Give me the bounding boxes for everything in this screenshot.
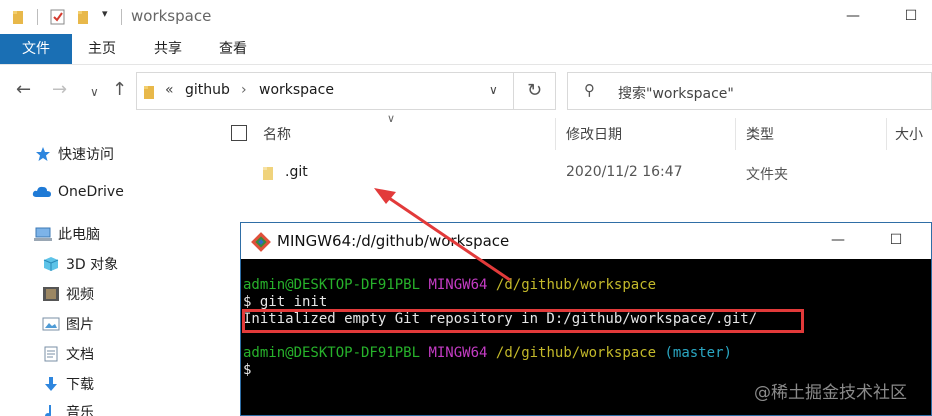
prompt-shell: MINGW64 (428, 345, 488, 361)
prompt-user: admin@DESKTOP-DF91PBL (243, 345, 421, 361)
address-bar[interactable]: « github › workspace ∨ (136, 72, 514, 110)
file-modified: 2020/11/2 16:47 (566, 164, 683, 180)
column-header-name[interactable]: 名称 (263, 124, 291, 144)
breadcrumb-workspace[interactable]: workspace (259, 82, 334, 98)
folder-icon (262, 165, 276, 185)
prompt-branch: (master) (664, 345, 732, 361)
nav-item-documents[interactable]: 文档 (42, 344, 94, 364)
search-icon: ⚲ (584, 81, 595, 99)
column-header-size[interactable]: 大小 (895, 124, 923, 144)
refresh-button[interactable]: ↻ (514, 72, 556, 110)
search-placeholder: 搜索"workspace" (618, 86, 734, 102)
nav-item-onedrive[interactable]: OneDrive (32, 184, 124, 200)
refresh-icon: ↻ (526, 80, 543, 101)
back-arrow-icon[interactable]: ← (16, 80, 31, 100)
download-icon (42, 376, 60, 392)
address-dropdown-icon[interactable]: ∨ (489, 83, 498, 97)
nav-item-label: 3D 对象 (66, 257, 119, 273)
table-row[interactable]: .git 2020/11/2 16:47 文件夹 (224, 154, 932, 194)
git-logo-icon (251, 232, 271, 256)
minimize-button[interactable]: — (823, 228, 853, 252)
column-header-modified[interactable]: 修改日期 (566, 124, 622, 144)
tab-file[interactable]: 文件 (0, 34, 72, 64)
forward-arrow-icon[interactable]: → (52, 80, 67, 100)
divider (886, 118, 887, 150)
nav-item-label: 文档 (66, 347, 94, 363)
nav-item-videos[interactable]: 视频 (42, 284, 94, 304)
folder-icon (143, 84, 155, 104)
highlight-box (242, 309, 804, 333)
minimize-button[interactable]: — (838, 4, 868, 28)
file-type: 文件夹 (746, 167, 788, 183)
nav-item-label: 视频 (66, 287, 94, 303)
nav-item-label: 快速访问 (58, 147, 114, 163)
folder-icon[interactable] (12, 9, 26, 29)
ribbon-tabs: 文件 主页 共享 查看 (0, 34, 932, 64)
terminal-line: admin@DESKTOP-DF91PBL MINGW64 /d/github/… (243, 345, 732, 362)
music-icon (42, 404, 60, 416)
recent-locations-icon[interactable]: ∨ (90, 82, 99, 102)
properties-icon[interactable] (50, 9, 66, 29)
address-row: ← → ∨ ↑ « github › workspace ∨ ↻ ⚲ 搜索"wo… (0, 68, 932, 114)
document-icon (42, 346, 60, 362)
column-header-type[interactable]: 类型 (746, 124, 774, 144)
tab-share[interactable]: 共享 (154, 34, 182, 64)
picture-icon (42, 316, 60, 332)
video-icon (42, 286, 60, 302)
overflow-chevron[interactable]: « (165, 82, 174, 98)
sort-indicator-icon: ∨ (387, 112, 396, 125)
nav-item-label: OneDrive (58, 184, 124, 200)
divider (555, 118, 556, 150)
window-title: workspace (131, 7, 212, 25)
nav-item-3d-objects[interactable]: 3D 对象 (42, 254, 118, 274)
nav-item-downloads[interactable]: 下载 (42, 374, 94, 394)
breadcrumb-github[interactable]: github (185, 82, 230, 98)
search-input[interactable]: ⚲ 搜索"workspace" (567, 72, 932, 110)
nav-item-this-pc[interactable]: 此电脑 (34, 224, 100, 244)
tab-view[interactable]: 查看 (219, 34, 247, 64)
star-icon (34, 146, 52, 162)
divider (0, 64, 932, 65)
nav-item-label: 音乐 (66, 405, 94, 416)
divider (37, 9, 38, 25)
tab-home[interactable]: 主页 (88, 34, 116, 64)
maximize-button[interactable]: ☐ (896, 4, 926, 28)
title-bar: ▾ workspace — ☐ (0, 0, 932, 34)
nav-item-label: 此电脑 (58, 227, 100, 243)
nav-item-label: 图片 (66, 317, 94, 333)
annotation-arrow (374, 188, 511, 282)
divider (735, 118, 736, 150)
nav-item-label: 下载 (66, 377, 94, 393)
customize-dropdown-icon[interactable]: ▾ (102, 7, 108, 20)
select-all-checkbox[interactable] (231, 125, 247, 141)
new-folder-icon[interactable] (77, 9, 91, 29)
file-name: .git (285, 164, 308, 180)
nav-item-music[interactable]: 音乐 (42, 402, 94, 416)
nav-item-pictures[interactable]: 图片 (42, 314, 94, 334)
computer-icon (34, 226, 52, 242)
terminal-title-bar[interactable]: MINGW64:/d/github/workspace — ☐ (241, 223, 931, 259)
prompt-path: /d/github/workspace (495, 345, 657, 361)
watermark: @稀土掘金技术社区 (754, 383, 907, 403)
terminal-prompt: $ (243, 362, 252, 378)
cube-icon (42, 256, 60, 272)
breadcrumb-separator[interactable]: › (241, 82, 247, 98)
divider (121, 9, 122, 25)
cloud-icon (32, 184, 52, 200)
nav-item-quick-access[interactable]: 快速访问 (34, 144, 114, 164)
maximize-button[interactable]: ☐ (881, 228, 911, 252)
up-arrow-icon[interactable]: ↑ (112, 80, 127, 100)
